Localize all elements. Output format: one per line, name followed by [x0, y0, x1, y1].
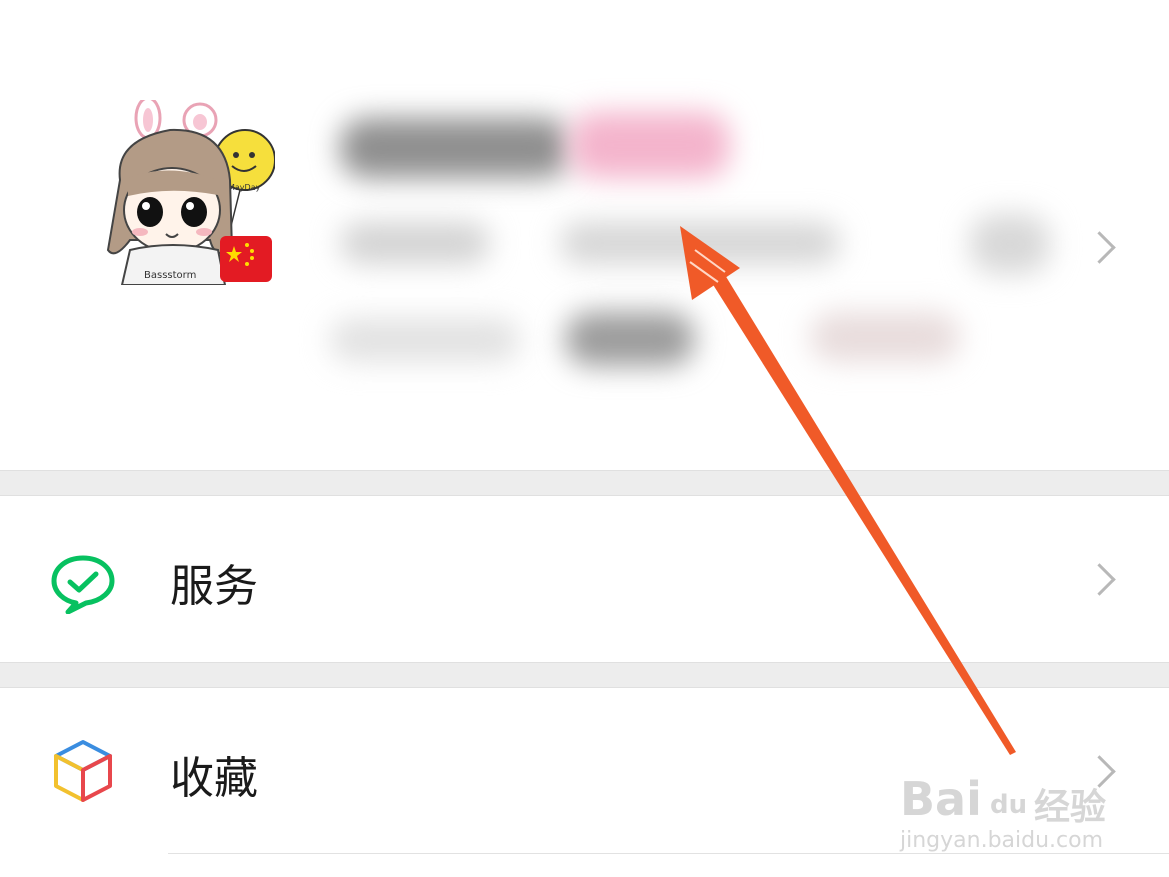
annotation-arrow-icon: [680, 226, 1016, 755]
